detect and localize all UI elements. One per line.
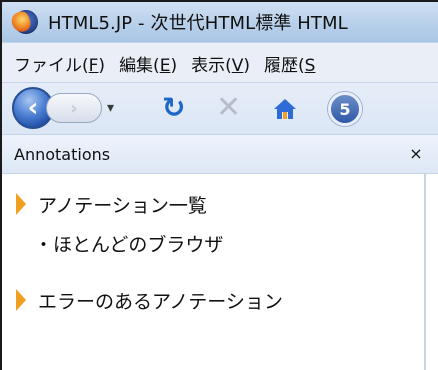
back-icon: ‹ <box>27 93 39 123</box>
tree-item-label: アノテーション一覧 <box>38 194 207 217</box>
twisty-collapsed-icon[interactable] <box>16 289 26 311</box>
menu-view-close: ) <box>243 55 251 76</box>
forward-button[interactable]: › <box>46 93 102 123</box>
stop-icon: ✕ <box>216 90 242 125</box>
menu-history-mnemonic: S <box>304 55 316 76</box>
home-button[interactable] <box>270 94 300 124</box>
window-title: HTML5.JP - 次世代HTML標準 HTML <box>48 13 348 34</box>
close-sidebar-button[interactable]: × <box>406 144 426 164</box>
sidebar-title: Annotations <box>14 144 111 164</box>
html5-badge-label: 5 <box>339 99 351 119</box>
navigation-toolbar: ‹ › ▾ ↻ ✕ 5 <box>2 82 438 135</box>
annotations-sidebar: Annotations × アノテーション一覧 ・ほとんどのブラウザ エラーのあ… <box>2 134 438 370</box>
menu-history[interactable]: 履歴(S <box>264 51 315 76</box>
tree-item-most-browsers[interactable]: ・ほとんどのブラウザ <box>2 224 422 262</box>
tree-item-label: ・ほとんどのブラウザ <box>34 233 224 256</box>
title-bar: HTML5.JP - 次世代HTML標準 HTML <box>2 2 438 42</box>
twisty-collapsed-icon[interactable] <box>16 193 26 215</box>
reload-button[interactable]: ↻ <box>162 93 192 123</box>
menu-file-label: ファイル( <box>14 55 89 76</box>
annotations-tree: アノテーション一覧 ・ほとんどのブラウザ エラーのあるアノテーション <box>2 174 422 370</box>
forward-icon: › <box>70 97 78 119</box>
reload-icon: ↻ <box>162 91 186 124</box>
sidebar-splitter[interactable] <box>424 174 426 370</box>
browser-window: HTML5.JP - 次世代HTML標準 HTML ファイル(F) 編集(E) … <box>0 0 438 370</box>
menu-bar: ファイル(F) 編集(E) 表示(V) 履歴(S <box>2 42 438 83</box>
stop-button[interactable]: ✕ <box>216 93 246 123</box>
tree-group-annotations-list[interactable]: アノテーション一覧 <box>2 184 422 224</box>
close-icon: × <box>409 144 423 163</box>
menu-history-label: 履歴( <box>264 55 305 76</box>
menu-edit-mnemonic: E <box>159 55 171 76</box>
menu-file-close: ) <box>98 55 106 76</box>
menu-edit-label: 編集( <box>119 55 160 76</box>
chevron-down-icon: ▾ <box>107 100 115 116</box>
menu-file-mnemonic: F <box>88 55 99 76</box>
menu-edit[interactable]: 編集(E) <box>119 51 177 76</box>
menu-view-label: 表示( <box>191 55 232 76</box>
html5-bookmark-button[interactable]: 5 <box>328 92 362 126</box>
tree-item-label: エラーのあるアノテーション <box>38 290 283 313</box>
tree-group-error-annotations[interactable]: エラーのあるアノテーション <box>2 280 422 320</box>
home-icon <box>274 99 296 119</box>
sidebar-header: Annotations × <box>2 134 438 174</box>
back-forward-group: ‹ › ▾ <box>12 87 122 129</box>
menu-file[interactable]: ファイル(F) <box>14 51 105 76</box>
menu-edit-close: ) <box>170 55 178 76</box>
firefox-logo-icon <box>14 10 38 34</box>
menu-view[interactable]: 表示(V) <box>191 51 250 76</box>
history-dropdown-button[interactable]: ▾ <box>107 99 121 117</box>
menu-view-mnemonic: V <box>231 55 244 76</box>
